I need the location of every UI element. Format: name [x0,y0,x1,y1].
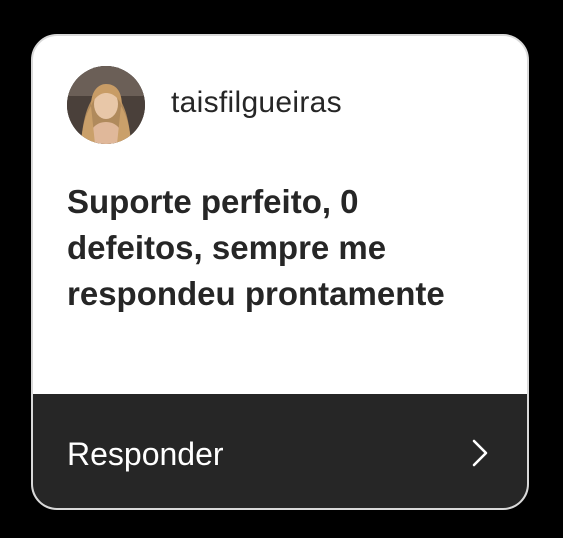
username[interactable]: taisfilgueiras [171,86,342,120]
message-text: Suporte perfeito, 0 defeitos, sempre me … [67,183,445,312]
reply-label: Responder [67,436,224,472]
avatar-photo-icon [67,66,145,144]
chevron-right-icon [472,439,488,467]
avatar[interactable] [67,66,145,144]
notification-header: taisfilgueiras [33,36,527,156]
notification-card[interactable]: taisfilgueiras Suporte perfeito, 0 defei… [31,34,529,510]
reply-button[interactable]: Responder [33,394,527,508]
